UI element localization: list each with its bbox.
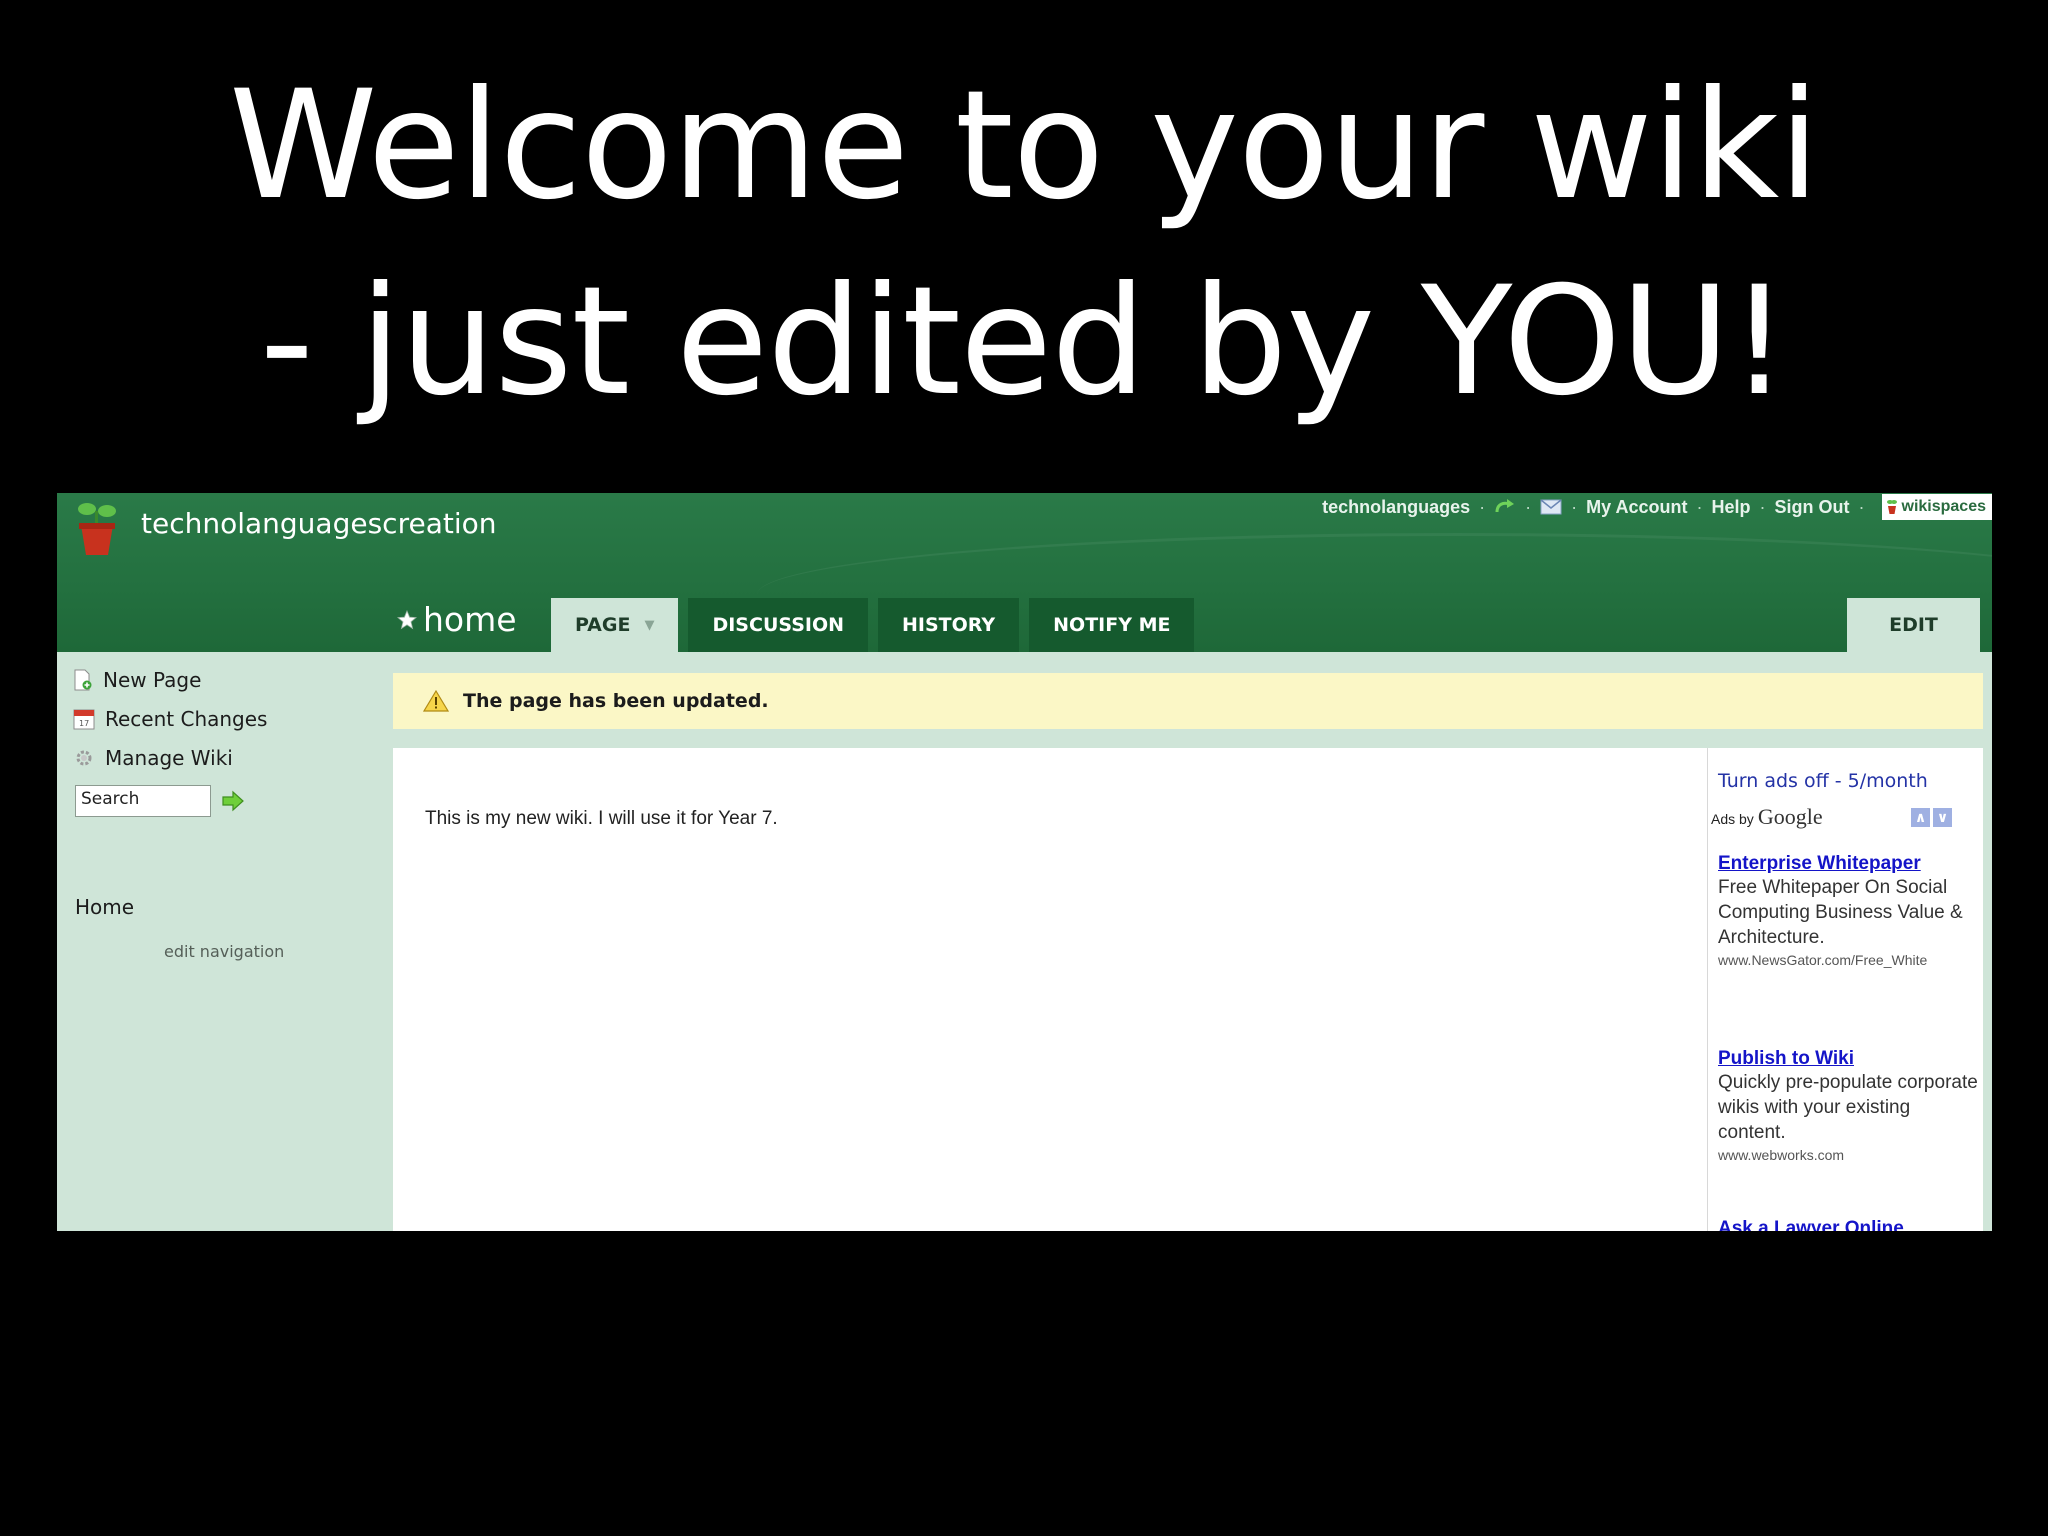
help-link[interactable]: Help [1711, 497, 1750, 518]
google-logo: Google [1757, 804, 1823, 829]
edit-label: EDIT [1889, 614, 1938, 636]
page-name: home [423, 600, 517, 639]
search-go-arrow-icon[interactable] [221, 790, 245, 812]
new-page-link[interactable]: New Page [73, 668, 201, 692]
site-name[interactable]: technolanguagescreation [141, 507, 496, 540]
refresh-arrow-icon[interactable] [1494, 498, 1516, 516]
gear-icon [76, 750, 92, 766]
tab-history-label: HISTORY [902, 614, 996, 636]
ads-by-google[interactable]: Ads by Google [1711, 804, 1823, 830]
separator: · [1759, 496, 1766, 517]
new-page-label: New Page [103, 668, 202, 692]
new-page-icon [74, 669, 92, 691]
ad-title-link[interactable]: Publish to Wiki [1718, 1048, 1980, 1070]
tab-page-label: PAGE [575, 614, 631, 636]
manage-wiki-link[interactable]: Manage Wiki [73, 746, 233, 770]
top-nav: technolanguages · · · My Account · Help … [1322, 493, 1992, 521]
star-icon[interactable] [397, 609, 417, 630]
separator: · [1571, 496, 1578, 517]
edit-navigation-link[interactable]: edit navigation [164, 942, 284, 961]
page-content: This is my new wiki. I will use it for Y… [393, 748, 1983, 1231]
mail-icon[interactable] [1540, 499, 1562, 515]
search-input[interactable]: Search [75, 785, 211, 817]
page-title: home [397, 600, 517, 639]
ads-panel: Turn ads off - 5/month Ads by Google ∧ ∨… [1707, 748, 1984, 1231]
slide-title-line-2: - just edited by YOU! [259, 255, 1789, 429]
wikispaces-label: wikispaces [1901, 498, 1987, 515]
recent-changes-link[interactable]: 17 Recent Changes [73, 707, 267, 731]
recent-changes-label: Recent Changes [105, 707, 268, 731]
username-link[interactable]: technolanguages [1322, 497, 1470, 518]
slide-title: Welcome to your wiki - just edited by YO… [0, 48, 2048, 440]
separator: · [1525, 496, 1532, 517]
tab-history[interactable]: HISTORY [878, 598, 1020, 652]
svg-text:17: 17 [79, 719, 89, 728]
small-plant-icon [1886, 500, 1897, 514]
edit-button[interactable]: EDIT [1847, 598, 1980, 652]
chevron-down-icon[interactable]: ▼ [644, 618, 654, 633]
page-body-text: This is my new wiki. I will use it for Y… [425, 808, 778, 829]
separator: · [1696, 496, 1703, 517]
my-account-link[interactable]: My Account [1586, 497, 1687, 518]
wikispaces-badge[interactable]: wikispaces [1881, 494, 1992, 520]
turn-ads-off-link[interactable]: Turn ads off - 5/month [1718, 770, 1928, 792]
ad-title-link[interactable]: Enterprise Whitepaper [1718, 853, 1980, 875]
notice-text: The page has been updated. [463, 690, 769, 712]
ad-item: Publish to Wiki Quickly pre-populate cor… [1718, 1048, 1980, 1163]
ad-url[interactable]: www.webworks.com [1718, 1147, 1980, 1163]
tab-discussion-label: DISCUSSION [712, 614, 845, 636]
warning-icon [423, 689, 449, 713]
wiki-screenshot: technolanguagescreation technolanguages … [57, 493, 1992, 1231]
ad-url[interactable]: www.NewsGator.com/Free_White [1718, 952, 1980, 968]
page-tabs: PAGE ▼ DISCUSSION HISTORY NOTIFY ME [551, 598, 1195, 652]
ad-nav-arrows: ∧ ∨ [1911, 808, 1952, 827]
ad-description: Quickly pre-populate corporate wikis wit… [1718, 1072, 1978, 1143]
wiki-header: technolanguagescreation technolanguages … [57, 493, 1992, 652]
manage-wiki-label: Manage Wiki [105, 746, 233, 770]
tab-discussion[interactable]: DISCUSSION [688, 598, 869, 652]
separator: · [1479, 496, 1486, 517]
update-notice: The page has been updated. [393, 673, 1983, 729]
calendar-icon: 17 [73, 709, 95, 730]
plant-pot-logo-icon [78, 503, 116, 555]
ad-title-link[interactable]: Ask a Lawyer Online [1718, 1218, 1980, 1231]
tab-notify-me-label: NOTIFY ME [1053, 614, 1171, 636]
chevron-down-icon[interactable]: ∨ [1933, 808, 1952, 827]
sign-out-link[interactable]: Sign Out [1775, 497, 1850, 518]
ad-description: Free Whitepaper On Social Computing Busi… [1718, 877, 1963, 948]
separator: · [1858, 496, 1865, 517]
chevron-up-icon[interactable]: ∧ [1911, 808, 1930, 827]
ad-item: Ask a Lawyer Online [1718, 1218, 1980, 1231]
tab-notify-me[interactable]: NOTIFY ME [1029, 598, 1195, 652]
ad-item: Enterprise Whitepaper Free Whitepaper On… [1718, 853, 1980, 968]
slide-title-line-1: Welcome to your wiki [229, 59, 1820, 233]
tab-page[interactable]: PAGE ▼ [551, 598, 679, 652]
ads-by-label: Ads by [1711, 811, 1754, 827]
nav-home-link[interactable]: Home [75, 895, 134, 919]
sidebar: New Page 17 Recent Changes Manage Wiki S… [57, 652, 392, 1231]
